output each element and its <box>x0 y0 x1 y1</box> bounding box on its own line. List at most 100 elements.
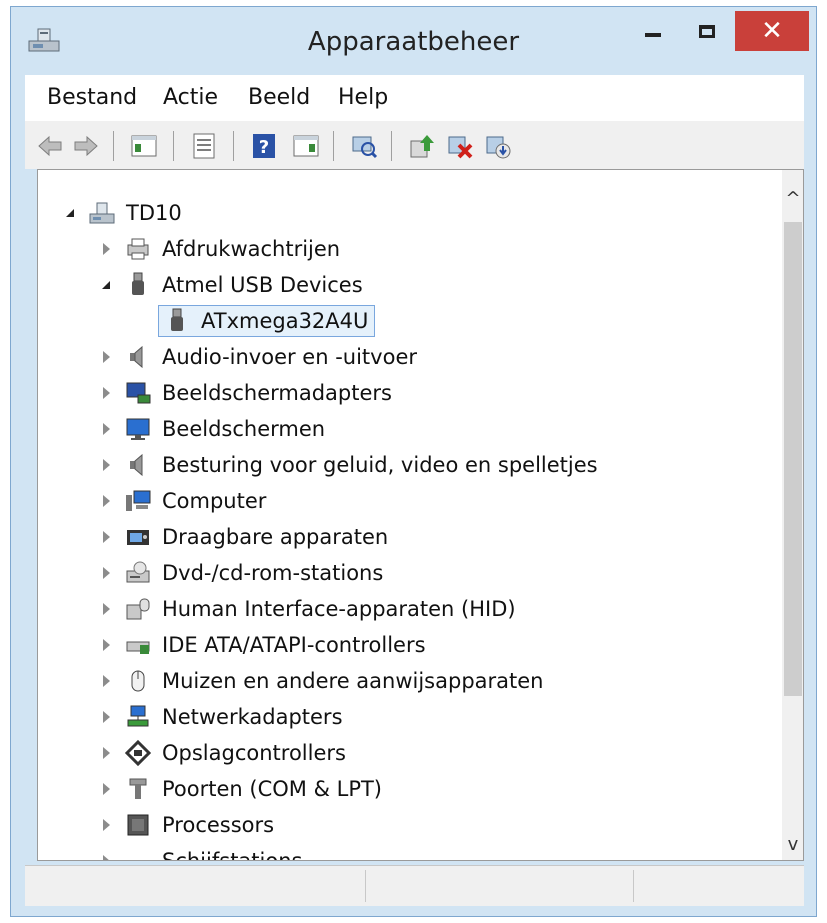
tree-item[interactable]: Processors <box>96 808 274 842</box>
window-title: Apparaatbeheer <box>307 27 520 57</box>
menu-beeld[interactable]: Beeld <box>248 83 310 113</box>
tree-item[interactable]: Opslagcontrollers <box>96 736 346 770</box>
collapse-arrow-icon[interactable] <box>96 275 116 295</box>
scan-hardware-icon[interactable] <box>349 131 379 161</box>
minimize-button[interactable] <box>629 11 677 51</box>
usb-plug-icon <box>163 307 191 335</box>
dvd-drive-icon <box>124 559 152 587</box>
tree-item-label: Processors <box>162 813 275 837</box>
collapse-arrow-icon[interactable] <box>60 203 80 223</box>
device-tree[interactable]: TD10 Afdrukwachtrijen Atmel USB Devices AT… <box>37 169 804 861</box>
minimize-icon <box>645 33 661 37</box>
title-bar[interactable]: Apparaatbeheer ✕ <box>11 7 816 75</box>
scroll-up-arrow-icon[interactable]: ^ <box>782 184 803 212</box>
tree-item[interactable]: Beeldschermen <box>96 412 325 446</box>
scroll-thumb[interactable] <box>784 222 802 696</box>
tree-item-label: Draagbare apparaten <box>162 525 389 549</box>
scroll-down-arrow-icon[interactable]: v <box>782 830 803 858</box>
tree-item[interactable]: Audio-invoer en -uitvoer <box>96 340 417 374</box>
tree-item[interactable]: Computer <box>96 484 266 518</box>
menu-bestand[interactable]: Bestand <box>47 83 137 113</box>
tree-item[interactable]: Dvd-/cd-rom-stations <box>96 556 383 590</box>
tree-item[interactable]: Poorten (COM & LPT) <box>96 772 382 806</box>
portable-device-icon <box>124 523 152 551</box>
expand-arrow-icon[interactable] <box>96 419 116 439</box>
tree-item-label: Opslagcontrollers <box>162 741 346 765</box>
tree-item[interactable]: Besturing voor geluid, video en spelletj… <box>96 448 598 482</box>
tree-item[interactable]: Afdrukwachtrijen <box>96 232 340 266</box>
close-icon: ✕ <box>761 16 783 46</box>
speaker-icon <box>124 343 152 371</box>
expand-arrow-icon[interactable] <box>96 743 116 763</box>
back-arrow-icon[interactable] <box>35 131 65 161</box>
hid-icon <box>124 595 152 623</box>
expand-arrow-icon[interactable] <box>96 491 116 511</box>
usb-plug-icon <box>124 271 152 299</box>
tree-item[interactable]: ATxmega32A4U <box>158 304 376 338</box>
close-button[interactable]: ✕ <box>735 11 809 51</box>
menu-help[interactable]: Help <box>338 83 388 113</box>
svg-text:?: ? <box>259 137 269 158</box>
toolbar-separator <box>173 131 174 161</box>
tree-item[interactable]: IDE ATA/ATAPI-controllers <box>96 628 426 662</box>
menu-bar: Bestand Actie Beeld Help <box>25 75 804 122</box>
show-hide-console-tree-icon[interactable] <box>129 131 159 161</box>
expand-arrow-icon[interactable] <box>96 239 116 259</box>
tree-root-label: TD10 <box>126 201 182 225</box>
tree-item[interactable]: Netwerkadapters <box>96 700 343 734</box>
disable-device-icon[interactable] <box>483 131 513 161</box>
tree-item-label: Audio-invoer en -uitvoer <box>162 345 417 369</box>
expand-arrow-icon[interactable] <box>96 707 116 727</box>
tree-item[interactable]: Atmel USB Devices <box>96 268 363 302</box>
tree-item[interactable]: Human Interface-apparaten (HID) <box>96 592 516 626</box>
menu-actie[interactable]: Actie <box>163 83 218 113</box>
mouse-icon <box>124 667 152 695</box>
expand-arrow-icon[interactable] <box>96 527 116 547</box>
device-manager-window: Apparaatbeheer ✕ Bestand Actie Beeld Hel… <box>10 6 817 917</box>
expand-arrow-icon[interactable] <box>96 671 116 691</box>
expand-arrow-icon[interactable] <box>96 851 116 860</box>
tree-item-label: Human Interface-apparaten (HID) <box>162 597 516 621</box>
toolbar: ? <box>25 121 804 169</box>
toolbar-separator <box>391 131 392 161</box>
forward-arrow-icon[interactable] <box>71 131 101 161</box>
computer-root-icon <box>88 199 116 227</box>
tree-item[interactable]: Draagbare apparaten <box>96 520 388 554</box>
expand-arrow-icon[interactable] <box>96 347 116 367</box>
expand-arrow-icon[interactable] <box>96 599 116 619</box>
tree-item-label: Computer <box>162 489 267 513</box>
expand-arrow-icon[interactable] <box>96 779 116 799</box>
display-adapter-icon <box>124 379 152 407</box>
expand-arrow-icon[interactable] <box>96 563 116 583</box>
vertical-scrollbar[interactable]: ^ v <box>782 170 803 860</box>
tree-item-label: ATxmega32A4U <box>201 309 369 333</box>
tree-item[interactable]: Muizen en andere aanwijsapparaten <box>96 664 544 698</box>
expand-arrow-icon[interactable] <box>96 383 116 403</box>
help-icon[interactable]: ? <box>249 131 279 161</box>
port-icon <box>124 775 152 803</box>
ide-controller-icon <box>124 631 152 659</box>
action-pane-icon[interactable] <box>291 131 321 161</box>
selected-item-highlight[interactable]: ATxmega32A4U <box>158 305 376 337</box>
expand-arrow-icon[interactable] <box>96 815 116 835</box>
tree-clip <box>38 170 798 180</box>
storage-controller-icon <box>124 739 152 767</box>
tree-item-label: Atmel USB Devices <box>162 273 363 297</box>
speaker-icon <box>124 451 152 479</box>
network-adapter-icon <box>124 703 152 731</box>
tree-item[interactable]: Beeldschermadapters <box>96 376 392 410</box>
tree-root-td10[interactable]: TD10 <box>60 196 182 230</box>
toolbar-separator <box>113 131 114 161</box>
processor-icon <box>124 811 152 839</box>
maximize-button[interactable] <box>681 11 733 51</box>
update-driver-icon[interactable] <box>407 131 437 161</box>
expand-arrow-icon[interactable] <box>96 635 116 655</box>
disk-drive-icon <box>124 847 152 860</box>
expand-arrow-icon[interactable] <box>96 455 116 475</box>
tree-item-label: Poorten (COM & LPT) <box>162 777 382 801</box>
properties-icon[interactable] <box>189 131 219 161</box>
status-separator <box>633 870 634 902</box>
uninstall-device-icon[interactable] <box>445 131 475 161</box>
tree-item[interactable]: Schijfstations <box>96 844 302 860</box>
maximize-icon <box>699 24 715 38</box>
